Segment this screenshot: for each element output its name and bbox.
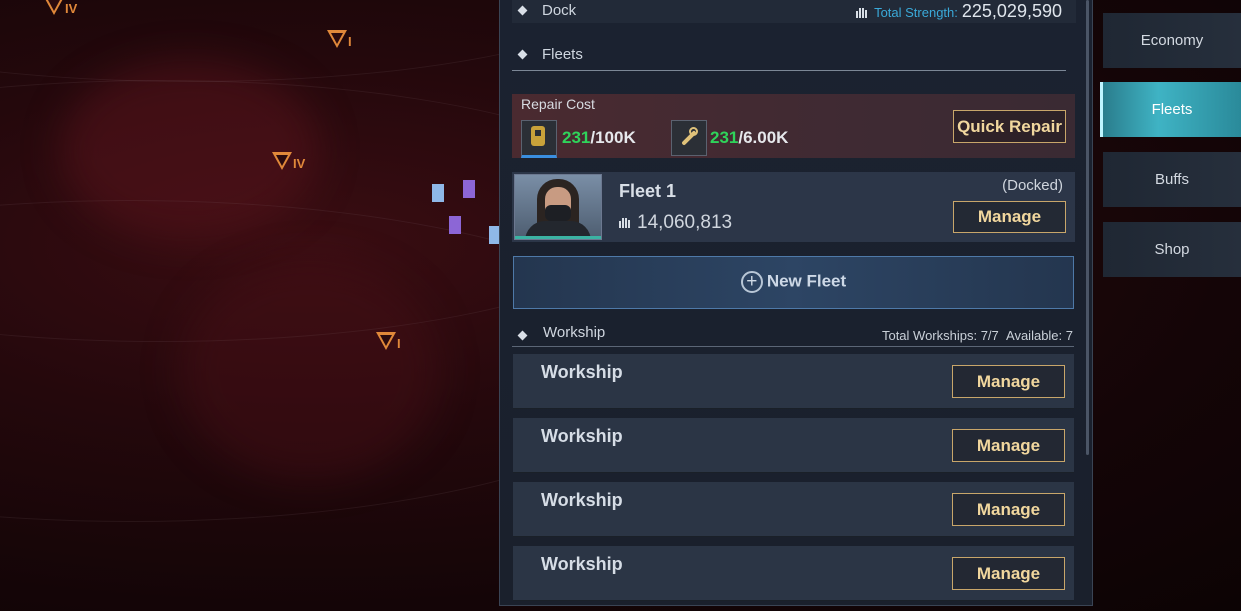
plus-circle-icon: +: [740, 271, 763, 293]
strength-icon: [619, 217, 631, 228]
divider: [512, 346, 1074, 347]
fleet-status: (Docked): [1002, 177, 1063, 194]
workship-name: Workship: [541, 490, 623, 510]
workship-name: Workship: [541, 362, 623, 382]
crystal-node-icon[interactable]: [463, 180, 475, 198]
fleet-name: Fleet 1: [619, 181, 677, 201]
strength-icon: [856, 7, 868, 18]
map-marker[interactable]: I: [376, 332, 401, 354]
manage-workship-button[interactable]: Manage: [952, 429, 1065, 462]
resource1-amount: 231/100K: [562, 128, 636, 147]
workship-name: Workship: [541, 554, 623, 574]
map-marker[interactable]: I: [327, 30, 352, 52]
workship-row[interactable]: Workship Manage: [513, 546, 1074, 601]
new-fleet-label: New Fleet: [766, 271, 847, 291]
crystal-node-icon[interactable]: [449, 216, 461, 234]
workship-row[interactable]: Workship Manage: [513, 354, 1074, 409]
workship-stats: Total Workships: 7/7 Available: 7: [882, 328, 1073, 343]
manage-workship-button[interactable]: Manage: [952, 557, 1065, 590]
fleet-card[interactable]: Fleet 1 14,060,813 (Docked) Manage: [512, 172, 1075, 242]
fleet-power-value: 14,060,813: [637, 212, 733, 233]
new-fleet-button[interactable]: + New Fleet: [513, 256, 1074, 309]
triangle-marker-icon: [327, 30, 347, 48]
triangle-marker-icon: [376, 332, 396, 350]
total-strength: Total Strength: 225,029,590: [856, 0, 1062, 23]
sidebar: Economy Fleets Buffs Shop: [1100, 0, 1241, 611]
divider: [512, 70, 1066, 71]
dock-label: Dock: [542, 2, 577, 19]
diamond-bullet-icon: [517, 5, 528, 16]
map-marker[interactable]: IV: [44, 0, 77, 19]
tab-shop[interactable]: Shop: [1103, 222, 1241, 277]
diamond-bullet-icon: [517, 49, 528, 60]
triangle-marker-icon: [44, 0, 64, 15]
fleets-section-label: Fleets: [542, 46, 583, 63]
star-map[interactable]: IV I IV I: [0, 0, 500, 611]
manage-workship-button[interactable]: Manage: [952, 493, 1065, 526]
wrench-icon: [671, 120, 707, 156]
dock-header: Dock Total Strength: 225,029,590: [512, 0, 1076, 23]
workship-row[interactable]: Workship Manage: [513, 418, 1074, 473]
tab-economy[interactable]: Economy: [1103, 13, 1241, 68]
workship-available: Available: 7: [1006, 328, 1073, 343]
quick-repair-button[interactable]: Quick Repair: [953, 110, 1066, 143]
tab-buffs[interactable]: Buffs: [1103, 152, 1241, 207]
triangle-marker-icon: [272, 152, 292, 170]
manage-fleet-button[interactable]: Manage: [953, 201, 1066, 233]
ore-resource-icon: [521, 120, 557, 158]
tab-fleets[interactable]: Fleets: [1100, 82, 1241, 137]
total-strength-label: Total Strength:: [874, 5, 958, 20]
fleet-panel: Dock Total Strength: 225,029,590 Fleets R…: [499, 0, 1093, 606]
map-marker[interactable]: IV: [272, 152, 305, 174]
workship-total: Total Workships: 7/7: [881, 328, 999, 343]
workship-section-label: Workship: [543, 324, 606, 341]
manage-workship-button[interactable]: Manage: [952, 365, 1065, 398]
panel-scrollbar[interactable]: [1086, 0, 1089, 455]
workship-row[interactable]: Workship Manage: [513, 482, 1074, 537]
repair-cost-box: Repair Cost 231/100K 231/6.00K Quick Rep…: [512, 94, 1075, 158]
commander-portrait[interactable]: [514, 174, 602, 240]
crystal-node-icon[interactable]: [432, 184, 444, 202]
resource2-amount: 231/6.00K: [710, 128, 789, 147]
workship-name: Workship: [541, 426, 623, 446]
total-strength-value: 225,029,590: [961, 1, 1062, 21]
repair-cost-title: Repair Cost: [521, 96, 595, 112]
fleet-power: 14,060,813: [619, 212, 732, 234]
diamond-bullet-icon: [517, 330, 528, 341]
